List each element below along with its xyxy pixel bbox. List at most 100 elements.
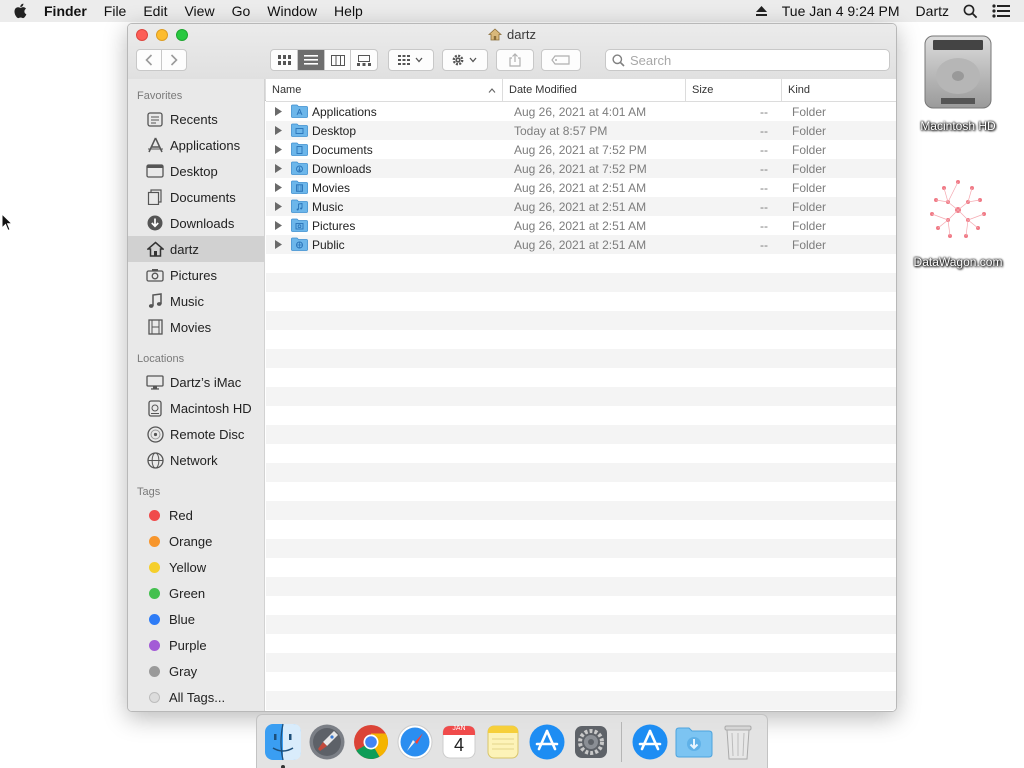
file-kind: Folder xyxy=(792,124,827,138)
sidebar-tag-green[interactable]: Green xyxy=(128,580,264,606)
sidebar-item-desktop[interactable]: Desktop xyxy=(128,158,264,184)
sidebar-section-tags: Tags xyxy=(137,486,161,498)
search-input[interactable] xyxy=(630,52,870,68)
sidebar-tag-gray[interactable]: Gray xyxy=(128,658,264,684)
disclosure-triangle-icon[interactable] xyxy=(275,183,282,192)
file-kind: Folder xyxy=(792,143,827,157)
desktop-icon-macintosh-hd[interactable]: Macintosh HD xyxy=(903,32,1013,133)
sidebar-item-network[interactable]: Network xyxy=(128,447,264,473)
dock-launchpad[interactable] xyxy=(307,722,347,762)
disclosure-triangle-icon[interactable] xyxy=(275,126,282,135)
menubar-user[interactable]: Dartz xyxy=(916,3,949,19)
tag-color-dot-icon xyxy=(149,509,160,521)
dock-system-preferences[interactable] xyxy=(571,722,611,762)
menu-file[interactable]: File xyxy=(95,0,135,22)
sidebar-tag-purple[interactable]: Purple xyxy=(128,632,264,658)
file-name: Applications xyxy=(312,105,377,119)
disclosure-triangle-icon[interactable] xyxy=(275,240,282,249)
menu-edit[interactable]: Edit xyxy=(135,0,176,22)
control-center-icon[interactable] xyxy=(992,4,1010,18)
finder-window: dartz Search Favorites Recents Applicati… xyxy=(127,23,897,712)
table-row[interactable]: Movies Aug 26, 2021 at 2:51 AM -- Folder xyxy=(266,178,896,197)
column-header-kind[interactable]: Kind xyxy=(782,79,896,102)
column-header-date-modified[interactable]: Date Modified xyxy=(503,79,686,102)
disclosure-triangle-icon[interactable] xyxy=(275,202,282,211)
column-header-size[interactable]: Size xyxy=(686,79,782,102)
table-row[interactable]: Public Aug 26, 2021 at 2:51 AM -- Folder xyxy=(266,235,896,254)
disclosure-triangle-icon[interactable] xyxy=(275,221,282,230)
sidebar-tag-yellow[interactable]: Yellow xyxy=(128,554,264,580)
table-row[interactable]: Pictures Aug 26, 2021 at 2:51 AM -- Fold… xyxy=(266,216,896,235)
search-field[interactable] xyxy=(605,49,890,71)
tag-color-dot-icon xyxy=(149,561,160,573)
sidebar-item-all-tags[interactable]: All Tags... xyxy=(128,684,264,710)
column-view-button[interactable] xyxy=(323,50,351,70)
tag-color-dot-icon xyxy=(149,587,160,599)
edit-tags-button[interactable] xyxy=(541,49,581,71)
launchpad-icon xyxy=(309,724,345,759)
dock-downloads-folder[interactable] xyxy=(674,722,714,762)
spotlight-search-icon[interactable] xyxy=(963,4,978,19)
forward-button[interactable] xyxy=(161,50,186,70)
dock-calendar[interactable]: JAN 4 xyxy=(439,722,479,762)
camera-icon xyxy=(145,266,165,284)
sidebar-item-dartz[interactable]: dartz xyxy=(128,236,264,262)
trash-icon xyxy=(724,725,752,759)
sidebar-item-recents[interactable]: Recents xyxy=(128,106,264,132)
dock-safari[interactable] xyxy=(395,722,435,762)
desktop-icon-datawagon[interactable]: DataWagon.com xyxy=(903,172,1013,269)
sidebar-item-label: Green xyxy=(169,585,206,601)
share-icon xyxy=(509,53,521,67)
view-mode-control xyxy=(270,49,378,71)
sidebar-item-downloads[interactable]: Downloads xyxy=(128,210,264,236)
empty-row xyxy=(266,653,896,672)
gallery-view-button[interactable] xyxy=(350,50,377,70)
share-button[interactable] xyxy=(496,49,534,71)
sidebar-item-movies[interactable]: Movies xyxy=(128,314,264,340)
sidebar-item-label: Applications xyxy=(170,137,241,153)
sidebar-item-music[interactable]: Music xyxy=(128,288,264,314)
dock-app-store[interactable] xyxy=(527,722,567,762)
sidebar-section-favorites: Favorites xyxy=(137,90,183,102)
disclosure-triangle-icon[interactable] xyxy=(275,145,282,154)
empty-row xyxy=(266,615,896,634)
sidebar-item-remote-disc[interactable]: Remote Disc xyxy=(128,421,264,447)
disclosure-triangle-icon[interactable] xyxy=(275,107,282,116)
sidebar-item-imac[interactable]: Dartz’s iMac xyxy=(128,369,264,395)
table-row[interactable]: Desktop Today at 8:57 PM -- Folder xyxy=(266,121,896,140)
sidebar-tag-blue[interactable]: Blue xyxy=(128,606,264,632)
menu-finder[interactable]: Finder xyxy=(40,0,95,22)
sidebar-item-applications[interactable]: Applications xyxy=(128,132,264,158)
dock-chrome[interactable] xyxy=(351,722,391,762)
sidebar-item-macintosh-hd[interactable]: Macintosh HD xyxy=(128,395,264,421)
dock-app-store-folder[interactable] xyxy=(630,722,670,762)
column-header-name[interactable]: Name xyxy=(266,79,503,102)
dock-trash[interactable] xyxy=(718,722,758,762)
sidebar-tag-orange[interactable]: Orange xyxy=(128,528,264,554)
menu-window[interactable]: Window xyxy=(259,0,326,22)
sidebar-tag-red[interactable]: Red xyxy=(128,502,264,528)
documents-folder-icon xyxy=(291,142,308,156)
dock-notes[interactable] xyxy=(483,722,523,762)
dock-finder[interactable] xyxy=(263,722,303,768)
file-date: Today at 8:57 PM xyxy=(514,124,608,138)
menubar-clock[interactable]: Tue Jan 4 9:24 PM xyxy=(782,3,900,19)
group-by-button[interactable] xyxy=(388,49,434,71)
sidebar-item-pictures[interactable]: Pictures xyxy=(128,262,264,288)
menu-go[interactable]: Go xyxy=(223,0,259,22)
icon-view-button[interactable] xyxy=(271,50,297,70)
empty-row xyxy=(266,425,896,444)
action-menu-button[interactable] xyxy=(442,49,488,71)
menu-help[interactable]: Help xyxy=(326,0,372,22)
sidebar-item-documents[interactable]: Documents xyxy=(128,184,264,210)
apple-menu-icon[interactable] xyxy=(0,0,40,22)
list-view-button[interactable] xyxy=(297,50,324,70)
table-row[interactable]: Downloads Aug 26, 2021 at 7:52 PM -- Fol… xyxy=(266,159,896,178)
table-row[interactable]: Applications Aug 26, 2021 at 4:01 AM -- … xyxy=(266,102,896,121)
back-button[interactable] xyxy=(137,50,161,70)
menu-view[interactable]: View xyxy=(176,0,223,22)
eject-icon[interactable] xyxy=(755,5,768,17)
disclosure-triangle-icon[interactable] xyxy=(275,164,282,173)
table-row[interactable]: Documents Aug 26, 2021 at 7:52 PM -- Fol… xyxy=(266,140,896,159)
table-row[interactable]: Music Aug 26, 2021 at 2:51 AM -- Folder xyxy=(266,197,896,216)
